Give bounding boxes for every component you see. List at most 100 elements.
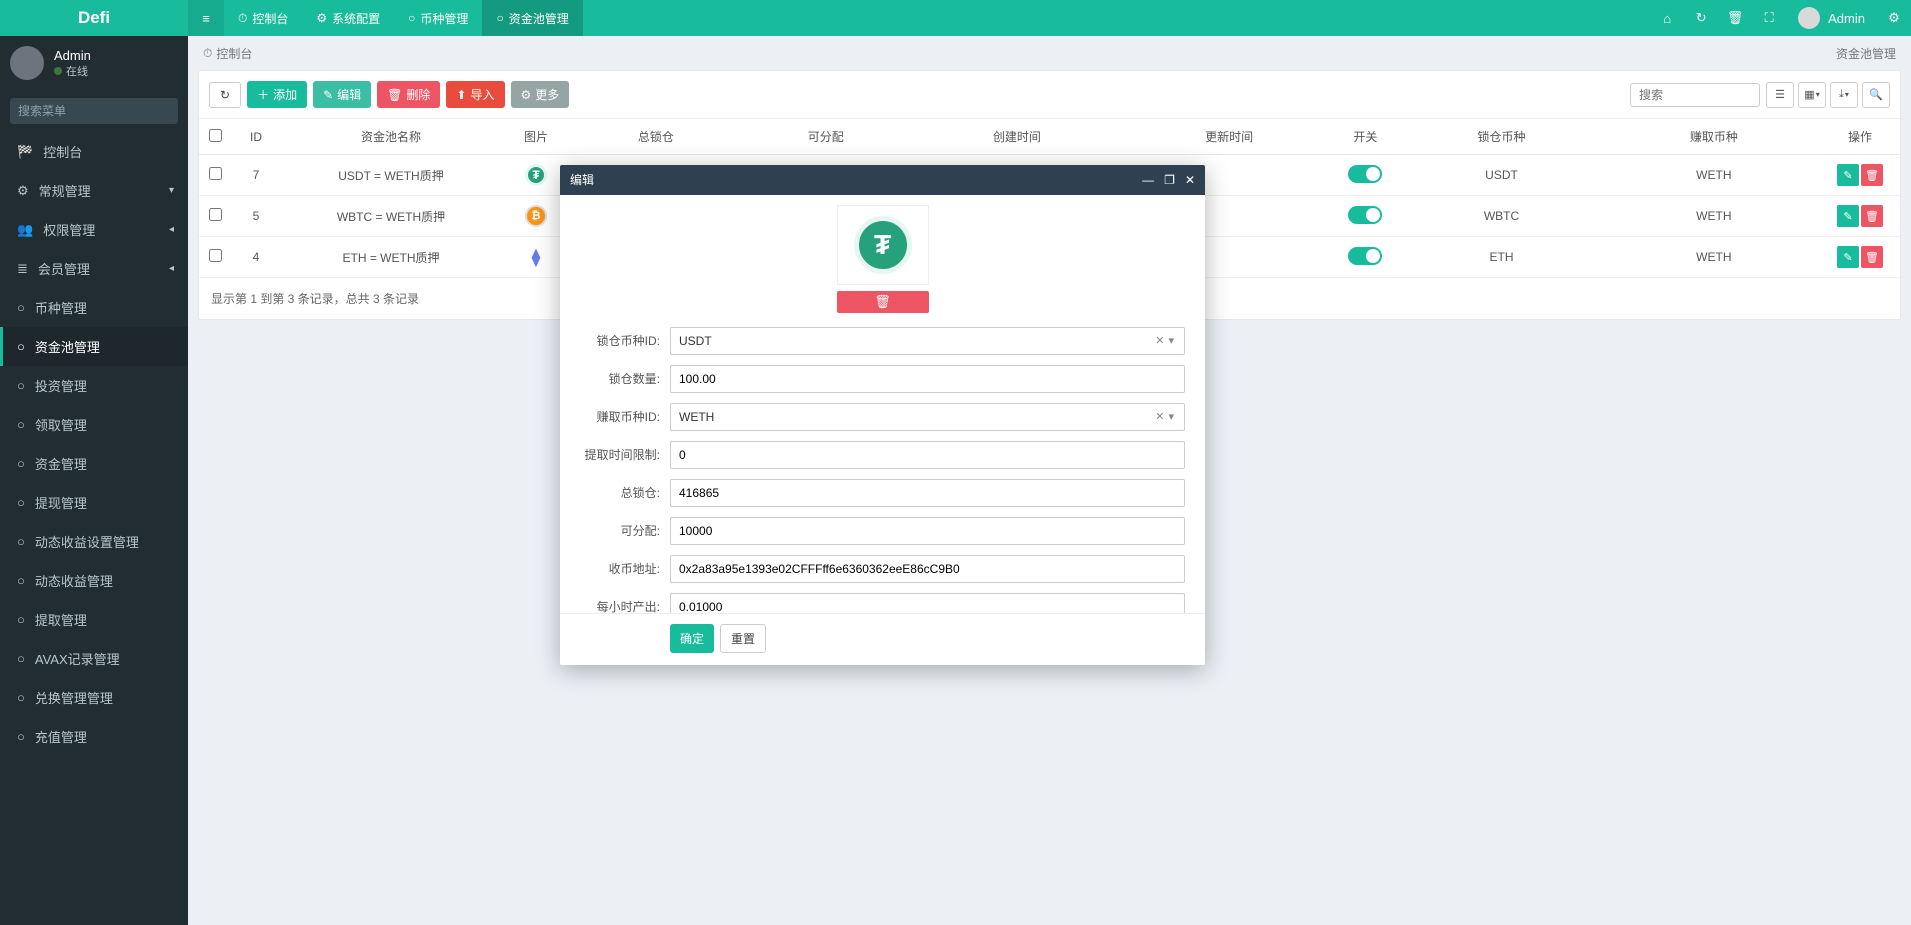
close-icon[interactable]: ✕ [1185, 173, 1195, 187]
brand-logo[interactable]: Defi [0, 0, 188, 36]
table-header[interactable]: 赚取币种 [1608, 119, 1820, 155]
menu-label: 资金池管理 [35, 337, 100, 356]
withdraw-limit-input[interactable] [670, 441, 1185, 469]
user-menu[interactable]: Admin [1786, 7, 1877, 29]
table-header[interactable]: 开关 [1335, 119, 1395, 155]
sidebar-item[interactable]: ○提取管理 [0, 600, 188, 639]
modal-header[interactable]: 编辑 — ❐ ✕ [560, 165, 1205, 195]
row-delete-button[interactable]: 🗑 [1861, 164, 1883, 186]
reset-button[interactable]: 重置 [720, 624, 766, 653]
table-header[interactable]: 锁仓币种 [1395, 119, 1607, 155]
select-all-checkbox[interactable] [209, 129, 222, 142]
table-header[interactable]: 更新时间 [1123, 119, 1335, 155]
minimize-icon[interactable]: — [1142, 173, 1154, 187]
top-nav-item[interactable]: ○币种管理 [394, 0, 482, 36]
more-button[interactable]: ⚙更多 [511, 81, 570, 108]
table-header[interactable]: 创建时间 [911, 119, 1123, 155]
sidebar-item[interactable]: ⚙常规管理▾ [0, 171, 188, 210]
edit-button[interactable]: ✎编辑 [313, 81, 371, 108]
row-checkbox[interactable] [209, 167, 222, 180]
row-edit-button[interactable]: ✎ [1837, 205, 1859, 227]
chevron-down-icon[interactable]: ▾ [1166, 410, 1176, 423]
home-icon[interactable]: ⌂ [1650, 0, 1684, 36]
clear-icon[interactable]: ✕ [1153, 410, 1166, 423]
sidebar-item[interactable]: ○提现管理 [0, 483, 188, 522]
image-delete-button[interactable]: 🗑 [837, 291, 929, 313]
export-toggle[interactable]: ⤓▾ [1830, 82, 1858, 108]
table-header[interactable]: 操作 [1820, 119, 1900, 155]
sidebar-item[interactable]: ○充值管理 [0, 717, 188, 756]
menu-icon: ○ [17, 417, 25, 432]
nav-icon: ⏱ [238, 11, 247, 26]
sidebar-item[interactable]: ○投资管理 [0, 366, 188, 405]
top-nav-item[interactable]: ⏱控制台 [224, 0, 302, 36]
row-checkbox[interactable] [209, 249, 222, 262]
nav-label: 资金池管理 [509, 10, 569, 27]
avatar [10, 46, 44, 80]
menu-icon: ○ [17, 573, 25, 588]
table-header[interactable]: ID [231, 119, 281, 155]
table-header[interactable]: 资金池名称 [281, 119, 501, 155]
sidebar-item[interactable]: ≣会员管理◂ [0, 249, 188, 288]
add-button[interactable]: ＋添加 [247, 81, 307, 108]
fullscreen-icon[interactable]: ⛶ [1752, 0, 1786, 36]
menu-icon: ○ [17, 300, 25, 315]
top-nav-item[interactable]: ○资金池管理 [482, 0, 582, 36]
sidebar-item[interactable]: ○兑换管理管理 [0, 678, 188, 717]
sidebar-toggle[interactable]: ≡ [188, 0, 224, 36]
grid-view-toggle[interactable]: ▦▾ [1798, 82, 1826, 108]
row-switch[interactable] [1348, 247, 1382, 265]
settings-icon[interactable]: ⚙ [1877, 0, 1911, 36]
menu-icon: 🏁 [17, 144, 33, 160]
table-header[interactable]: 可分配 [741, 119, 911, 155]
search-toggle[interactable]: 🔍 [1862, 82, 1890, 108]
breadcrumb-home[interactable]: 控制台 [216, 45, 252, 62]
table-header[interactable] [199, 119, 231, 155]
sidebar-item[interactable]: ○资金管理 [0, 444, 188, 483]
maximize-icon[interactable]: ❐ [1164, 173, 1175, 187]
delete-button[interactable]: 🗑删除 [377, 81, 440, 108]
table-header[interactable]: 总锁仓 [571, 119, 741, 155]
row-switch[interactable] [1348, 206, 1382, 224]
sidebar-item[interactable]: ○领取管理 [0, 405, 188, 444]
table-search-input[interactable] [1630, 83, 1760, 107]
sidebar-search[interactable] [10, 98, 178, 124]
cell-name: USDT = WETH质押 [281, 155, 501, 196]
user-status: 在线 [54, 63, 91, 79]
sidebar-item[interactable]: ○动态收益设置管理 [0, 522, 188, 561]
sidebar-item[interactable]: ○币种管理 [0, 288, 188, 327]
sidebar-item[interactable]: 🏁控制台 [0, 132, 188, 171]
total-lock-input[interactable] [670, 479, 1185, 507]
row-edit-button[interactable]: ✎ [1837, 164, 1859, 186]
lock-coin-select[interactable]: USDT ✕ ▾ [670, 327, 1185, 355]
import-button[interactable]: ⬆导入 [446, 81, 504, 108]
allocatable-input[interactable] [670, 517, 1185, 545]
sidebar-item[interactable]: ○动态收益管理 [0, 561, 188, 600]
top-nav-item[interactable]: ⚙系统配置 [302, 0, 394, 36]
list-view-toggle[interactable]: ☰ [1766, 82, 1794, 108]
trash-icon[interactable]: 🗑 [1718, 0, 1752, 36]
sidebar-item[interactable]: ○资金池管理 [0, 327, 188, 366]
clear-icon[interactable]: ✕ [1153, 334, 1166, 347]
refresh-button[interactable]: ↻ [209, 82, 241, 108]
row-edit-button[interactable]: ✎ [1837, 246, 1859, 268]
row-delete-button[interactable]: 🗑 [1861, 205, 1883, 227]
table-header[interactable]: 图片 [501, 119, 571, 155]
earn-coin-select[interactable]: WETH ✕ ▾ [670, 403, 1185, 431]
row-checkbox[interactable] [209, 208, 222, 221]
row-switch[interactable] [1348, 165, 1382, 183]
receive-address-input[interactable] [670, 555, 1185, 583]
lock-amount-input[interactable] [670, 365, 1185, 393]
hourly-output-input[interactable] [670, 593, 1185, 613]
row-delete-button[interactable]: 🗑 [1861, 246, 1883, 268]
confirm-button[interactable]: 确定 [670, 624, 714, 653]
chevron-icon: ◂ [169, 224, 174, 235]
cell-earn: WETH [1608, 196, 1820, 237]
sidebar-item[interactable]: ○AVAX记录管理 [0, 639, 188, 678]
menu-label: 提现管理 [35, 493, 87, 512]
sidebar-item[interactable]: 👥权限管理◂ [0, 210, 188, 249]
refresh-icon[interactable]: ↻ [1684, 0, 1718, 36]
cell-earn: WETH [1608, 155, 1820, 196]
chevron-down-icon[interactable]: ▾ [1166, 334, 1176, 347]
cell-earn: WETH [1608, 237, 1820, 278]
